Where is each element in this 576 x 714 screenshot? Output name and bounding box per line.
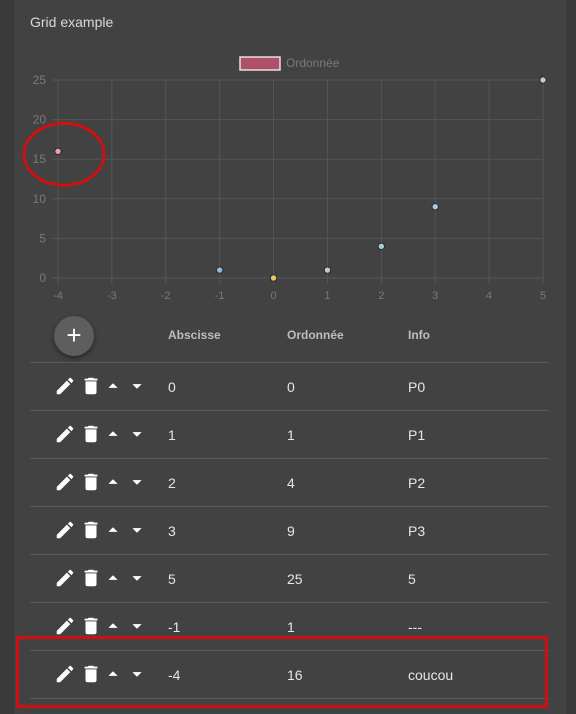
x-tick-label: -4: [53, 290, 63, 302]
cell-abscisse: 3: [168, 523, 176, 539]
header-abscisse: Abscisse: [168, 328, 221, 342]
row-actions: [54, 567, 146, 589]
edit-icon[interactable]: [54, 471, 76, 493]
table-row: 1 1 P1: [30, 411, 549, 459]
row-actions: [54, 471, 146, 493]
edit-icon[interactable]: [54, 615, 76, 637]
row-actions: [54, 375, 146, 397]
table-row: 5 25 5: [30, 555, 549, 603]
data-point: [377, 242, 386, 251]
delete-icon[interactable]: [80, 423, 102, 445]
x-tick-label: 3: [432, 290, 438, 302]
move-down-icon[interactable]: [126, 471, 148, 493]
edit-icon[interactable]: [54, 375, 76, 397]
grid-panel: Grid example -4 -3 -2 -1 0 1 2 3 4 5 0 5 10 15 20 25 Ord…: [14, 0, 566, 714]
y-tick-label: 15: [33, 152, 47, 166]
cell-abscisse: 1: [168, 427, 176, 443]
edit-icon[interactable]: [54, 519, 76, 541]
edit-icon[interactable]: [54, 423, 76, 445]
move-down-icon[interactable]: [126, 375, 148, 397]
table-row: 3 9 P3: [30, 507, 549, 555]
x-tick-label: 4: [486, 290, 492, 302]
cell-info: ---: [408, 619, 422, 635]
cell-ordonnee: 4: [287, 475, 295, 491]
cell-ordonnee: 1: [287, 427, 295, 443]
x-tick-label: -1: [215, 290, 225, 302]
data-point: [323, 266, 332, 274]
cell-info: P3: [408, 523, 426, 539]
cell-info: P2: [408, 475, 426, 491]
delete-icon[interactable]: [80, 471, 102, 493]
add-row-button[interactable]: +: [54, 316, 94, 356]
table-row: 2 4 P2: [30, 459, 549, 507]
move-up-icon[interactable]: [102, 375, 124, 397]
cell-info: P0: [408, 379, 426, 395]
table-header: + Abscisse Ordonnée Info: [30, 312, 549, 363]
x-tick-label: 0: [270, 290, 276, 302]
move-down-icon[interactable]: [126, 615, 148, 637]
y-tick-label: 20: [33, 113, 47, 127]
x-tick-label: -2: [161, 290, 171, 302]
x-tick-label: 2: [378, 290, 384, 302]
row-actions: [54, 615, 146, 637]
delete-icon[interactable]: [80, 615, 102, 637]
move-up-icon[interactable]: [102, 615, 124, 637]
cell-ordonnee: 25: [287, 571, 303, 587]
move-down-icon[interactable]: [126, 519, 148, 541]
x-tick-label: 1: [324, 290, 330, 302]
move-up-icon[interactable]: [102, 567, 124, 589]
cell-info: 5: [408, 571, 416, 587]
cell-abscisse: 0: [168, 379, 176, 395]
legend-swatch: [239, 56, 281, 71]
data-point: [539, 76, 547, 84]
legend-label: Ordonnée: [286, 56, 340, 70]
delete-icon[interactable]: [80, 519, 102, 541]
y-tick-label: 0: [39, 271, 46, 285]
y-tick-label: 5: [39, 231, 46, 245]
data-point: [269, 274, 278, 282]
cell-ordonnee: 1: [287, 619, 295, 635]
x-tick-label: -3: [107, 290, 117, 302]
cell-abscisse: 2: [168, 475, 176, 491]
delete-icon[interactable]: [80, 567, 102, 589]
header-ordonnee: Ordonnée: [287, 328, 344, 342]
edit-icon[interactable]: [54, 567, 76, 589]
move-up-icon[interactable]: [102, 423, 124, 445]
cell-abscisse: -1: [168, 619, 181, 635]
cell-info: P1: [408, 427, 426, 443]
row-highlight-annotation: [16, 636, 548, 708]
table-row: 0 0 P0: [30, 363, 549, 411]
y-tick-label: 10: [33, 192, 47, 206]
header-info: Info: [408, 328, 430, 342]
data-point: [215, 266, 224, 274]
cell-ordonnee: 9: [287, 523, 295, 539]
move-up-icon[interactable]: [102, 471, 124, 493]
move-down-icon[interactable]: [126, 423, 148, 445]
y-tick-label: 25: [33, 73, 47, 87]
cell-abscisse: 5: [168, 571, 176, 587]
data-point: [54, 147, 62, 155]
cell-ordonnee: 0: [287, 379, 295, 395]
delete-icon[interactable]: [80, 375, 102, 397]
row-actions: [54, 423, 146, 445]
scatter-chart: -4 -3 -2 -1 0 1 2 3 4 5 0 5 10 15 20 25 Ordonnée: [22, 56, 547, 302]
row-actions: [54, 519, 146, 541]
x-tick-label: 5: [540, 290, 546, 302]
data-point: [431, 203, 439, 211]
move-up-icon[interactable]: [102, 519, 124, 541]
move-down-icon[interactable]: [126, 567, 148, 589]
